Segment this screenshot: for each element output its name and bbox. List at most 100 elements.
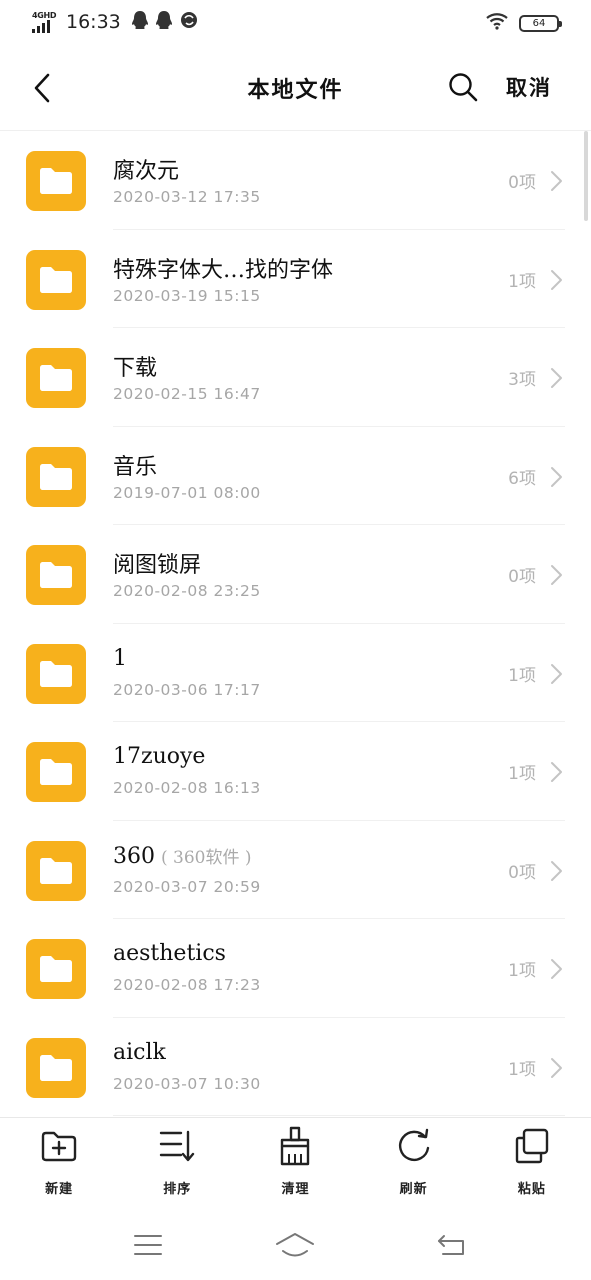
home-nav-button[interactable]: [275, 1228, 315, 1262]
item-count: 1项: [508, 764, 536, 784]
qq-icon: [155, 10, 173, 34]
file-row[interactable]: 360 ( 360软件 ) 2020-03-07 20:59 0项: [0, 821, 591, 919]
file-name-text: 17zuoye: [113, 744, 206, 769]
file-row[interactable]: 1 2020-03-06 17:17 1项: [0, 624, 591, 722]
file-name: aiclk: [113, 1040, 172, 1065]
cancel-button[interactable]: 取消: [506, 72, 552, 102]
file-date: 2020-02-08 17:23: [113, 976, 261, 994]
folder-icon: [26, 249, 86, 310]
chevron-right-icon: [549, 760, 563, 788]
header: 本地文件 取消: [0, 46, 591, 132]
menu-nav-button[interactable]: [128, 1228, 168, 1262]
file-date: 2020-02-08 23:25: [113, 582, 261, 600]
file-date: 2020-03-06 17:17: [113, 680, 261, 699]
chevron-right-icon: [549, 662, 563, 690]
file-date: 2020-03-19 15:15: [113, 286, 261, 305]
chevron-right-icon: [549, 957, 563, 985]
battery-level: 64: [532, 17, 546, 29]
sort-button[interactable]: 排序: [118, 1118, 236, 1210]
folder-icon: [26, 348, 86, 408]
clean-button[interactable]: 清理: [236, 1118, 354, 1210]
signal-icon: 4GHD: [32, 11, 58, 33]
back-nav-button[interactable]: [431, 1228, 471, 1262]
back-icon: [438, 1235, 464, 1255]
item-count: 6项: [508, 468, 536, 489]
battery-icon: 64: [519, 14, 562, 32]
file-name: 下载: [113, 350, 163, 382]
file-name-text: 360: [113, 843, 155, 869]
file-name-text: 腐次元: [113, 159, 180, 184]
new-folder-icon: [41, 1131, 77, 1162]
file-name-text: 下载: [113, 356, 158, 381]
item-count: 0项: [508, 173, 536, 193]
file-name: 1: [113, 646, 133, 671]
file-name: 特殊字体大…找的字体: [113, 252, 339, 284]
sort-label: 排序: [163, 1182, 192, 1197]
chevron-right-icon: [549, 563, 563, 591]
file-name-text: 1: [113, 645, 127, 671]
file-name: 音乐: [113, 449, 163, 481]
folder-icon: [26, 939, 86, 999]
item-count: 1项: [508, 961, 536, 981]
file-row[interactable]: 下载 2020-02-15 16:47 3项: [0, 328, 591, 427]
file-name: 17zuoye: [113, 744, 211, 769]
paste-label: 粘贴: [517, 1182, 546, 1197]
new-folder-label: 新建: [45, 1182, 74, 1197]
file-row[interactable]: 腐次元 2020-03-12 17:35 0项: [0, 131, 591, 230]
file-row[interactable]: aiclk 2020-03-07 10:30 1项: [0, 1018, 591, 1116]
clean-brush-icon: [281, 1126, 310, 1166]
file-name: 阅图锁屏: [113, 547, 207, 579]
file-name-text: aesthetics: [113, 941, 226, 966]
file-row[interactable]: 17zuoye 2020-02-08 16:13 1项: [0, 722, 591, 821]
item-count: 0项: [508, 567, 536, 587]
paste-button[interactable]: 粘贴: [473, 1118, 591, 1210]
file-name-text: 音乐: [113, 454, 158, 480]
file-name: aesthetics: [113, 941, 232, 966]
status-bar: 4GHD 16:33 64: [0, 0, 591, 46]
file-date: 2020-02-15 16:47: [113, 385, 261, 403]
item-count: 1项: [508, 1059, 536, 1080]
qq-icon: [131, 10, 149, 34]
folder-icon: [26, 151, 86, 211]
file-row[interactable]: aesthetics 2020-02-08 17:23 1项: [0, 919, 591, 1018]
row-divider: [113, 1115, 565, 1116]
file-name-text: 特殊字体大…找的字体: [113, 257, 334, 283]
item-count: 3项: [508, 370, 536, 390]
status-left: 4GHD 16:33: [32, 10, 205, 34]
chevron-right-icon: [549, 169, 563, 197]
clean-label: 清理: [281, 1182, 310, 1197]
file-name-note: ( 360软件 ): [161, 847, 252, 868]
home-icon: [276, 1233, 314, 1257]
chevron-right-icon: [549, 366, 563, 394]
file-name: 360 ( 360软件 ): [113, 843, 252, 869]
item-count: 1项: [508, 271, 536, 292]
folder-icon: [26, 446, 86, 507]
refresh-button[interactable]: 刷新: [355, 1118, 473, 1210]
new-folder-button[interactable]: 新建: [0, 1118, 118, 1210]
file-row[interactable]: 音乐 2019-07-01 08:00 6项: [0, 427, 591, 525]
search-button[interactable]: [444, 68, 482, 106]
file-row[interactable]: 特殊字体大…找的字体 2020-03-19 15:15 1项: [0, 230, 591, 328]
folder-icon: [26, 1037, 86, 1098]
file-name-text: 阅图锁屏: [113, 553, 202, 578]
refresh-label: 刷新: [399, 1182, 428, 1197]
wifi-icon: [485, 12, 509, 34]
file-name: 腐次元: [113, 153, 185, 185]
search-icon: [449, 73, 478, 102]
file-date: 2020-02-08 16:13: [113, 779, 261, 797]
file-date: 2020-03-07 10:30: [113, 1074, 261, 1093]
chevron-right-icon: [549, 465, 563, 493]
network-type: 4GHD: [32, 11, 57, 20]
refresh-icon: [398, 1128, 429, 1161]
bottom-toolbar: 新建 排序 清理 刷新 粘贴: [0, 1118, 591, 1210]
sort-icon: [160, 1130, 195, 1162]
scrollbar[interactable]: [584, 131, 588, 221]
status-time: 16:33: [66, 11, 121, 33]
chevron-right-icon: [549, 1056, 563, 1084]
folder-icon: [26, 545, 86, 605]
file-row[interactable]: 阅图锁屏 2020-02-08 23:25 0项: [0, 525, 591, 624]
file-list[interactable]: 腐次元 2020-03-12 17:35 0项特殊字体大…找的字体 2020-03-1…: [0, 131, 591, 1117]
file-name-text: aiclk: [113, 1039, 166, 1065]
folder-icon: [26, 840, 86, 901]
file-date: 2020-03-07 20:59: [113, 877, 261, 896]
